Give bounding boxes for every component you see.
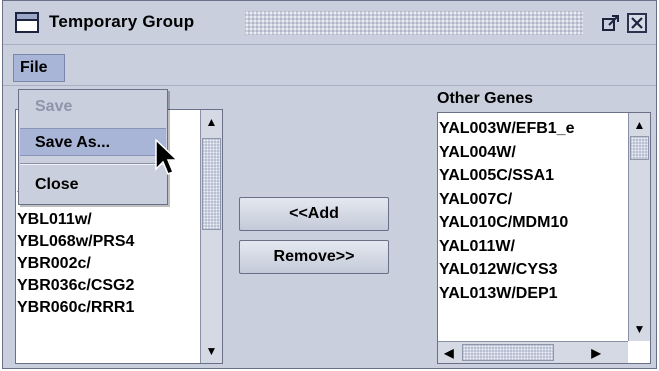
menu-separator xyxy=(20,163,166,165)
maximize-icon[interactable] xyxy=(601,13,621,33)
list-item[interactable]: YAL003W/EFB1_e xyxy=(438,117,628,141)
mouse-pointer-icon xyxy=(155,139,179,175)
left-vertical-scrollbar[interactable]: ▲ ▼ xyxy=(200,110,222,363)
list-item[interactable]: YAL013W/DEP1 xyxy=(438,282,628,306)
scroll-down-icon[interactable]: ▼ xyxy=(202,340,221,362)
list-item[interactable]: YAL010C/MDM10 xyxy=(438,211,628,235)
list-item[interactable]: YAL005C/SSA1 xyxy=(438,164,628,188)
scroll-down-icon[interactable]: ▼ xyxy=(630,318,649,340)
menu-item-save: Save xyxy=(35,98,73,115)
other-genes-list[interactable]: YAL003W/EFB1_e YAL004W/ YAL005C/SSA1 YAL… xyxy=(437,112,651,364)
list-item[interactable]: YBL011w/ xyxy=(16,209,201,231)
add-button[interactable]: <<Add xyxy=(239,197,389,231)
remove-button[interactable]: Remove>> xyxy=(239,240,389,274)
menu-item-save-as[interactable]: Save As... xyxy=(20,128,166,156)
scroll-thumb[interactable] xyxy=(462,344,554,361)
menu-bar: File xyxy=(3,46,656,86)
scroll-thumb[interactable] xyxy=(202,138,221,230)
list-item[interactable]: YAL012W/CYS3 xyxy=(438,258,628,282)
list-item[interactable]: YAL004W/ xyxy=(438,141,628,165)
list-item[interactable]: YBR002c/ xyxy=(16,253,201,275)
other-genes-rows: YAL003W/EFB1_e YAL004W/ YAL005C/SSA1 YAL… xyxy=(438,117,628,305)
other-genes-label: Other Genes xyxy=(437,90,534,107)
list-item[interactable]: YBR036c/CSG2 xyxy=(16,275,201,297)
window-icon xyxy=(15,12,39,33)
file-menu[interactable]: File xyxy=(13,54,65,82)
scroll-up-icon[interactable]: ▲ xyxy=(630,114,649,136)
list-item[interactable]: YBL068w/PRS4 xyxy=(16,231,201,253)
list-item[interactable]: YAL011W/ xyxy=(438,235,628,259)
scroll-right-icon[interactable]: ▶ xyxy=(586,343,606,362)
scroll-up-icon[interactable]: ▲ xyxy=(202,111,221,133)
temporary-group-window: Temporary Group File YAR074C/ YBL011w/ Y… xyxy=(2,0,657,369)
window-title: Temporary Group xyxy=(49,12,195,31)
list-item[interactable]: YAL007C/ xyxy=(438,188,628,212)
menu-item-close[interactable]: Close xyxy=(20,171,166,199)
title-bar-grip[interactable] xyxy=(245,11,583,35)
scroll-thumb[interactable] xyxy=(630,136,649,160)
scroll-left-icon[interactable]: ◀ xyxy=(439,343,459,362)
file-menu-dropdown: Save Save As... Close xyxy=(18,89,168,205)
list-item[interactable]: YBR060c/RRR1 xyxy=(16,297,201,319)
close-icon[interactable] xyxy=(627,13,647,33)
right-vertical-scrollbar[interactable]: ▲ ▼ xyxy=(628,113,650,341)
title-bar[interactable]: Temporary Group xyxy=(3,1,656,45)
right-horizontal-scrollbar[interactable]: ◀ ▶ xyxy=(438,341,628,363)
